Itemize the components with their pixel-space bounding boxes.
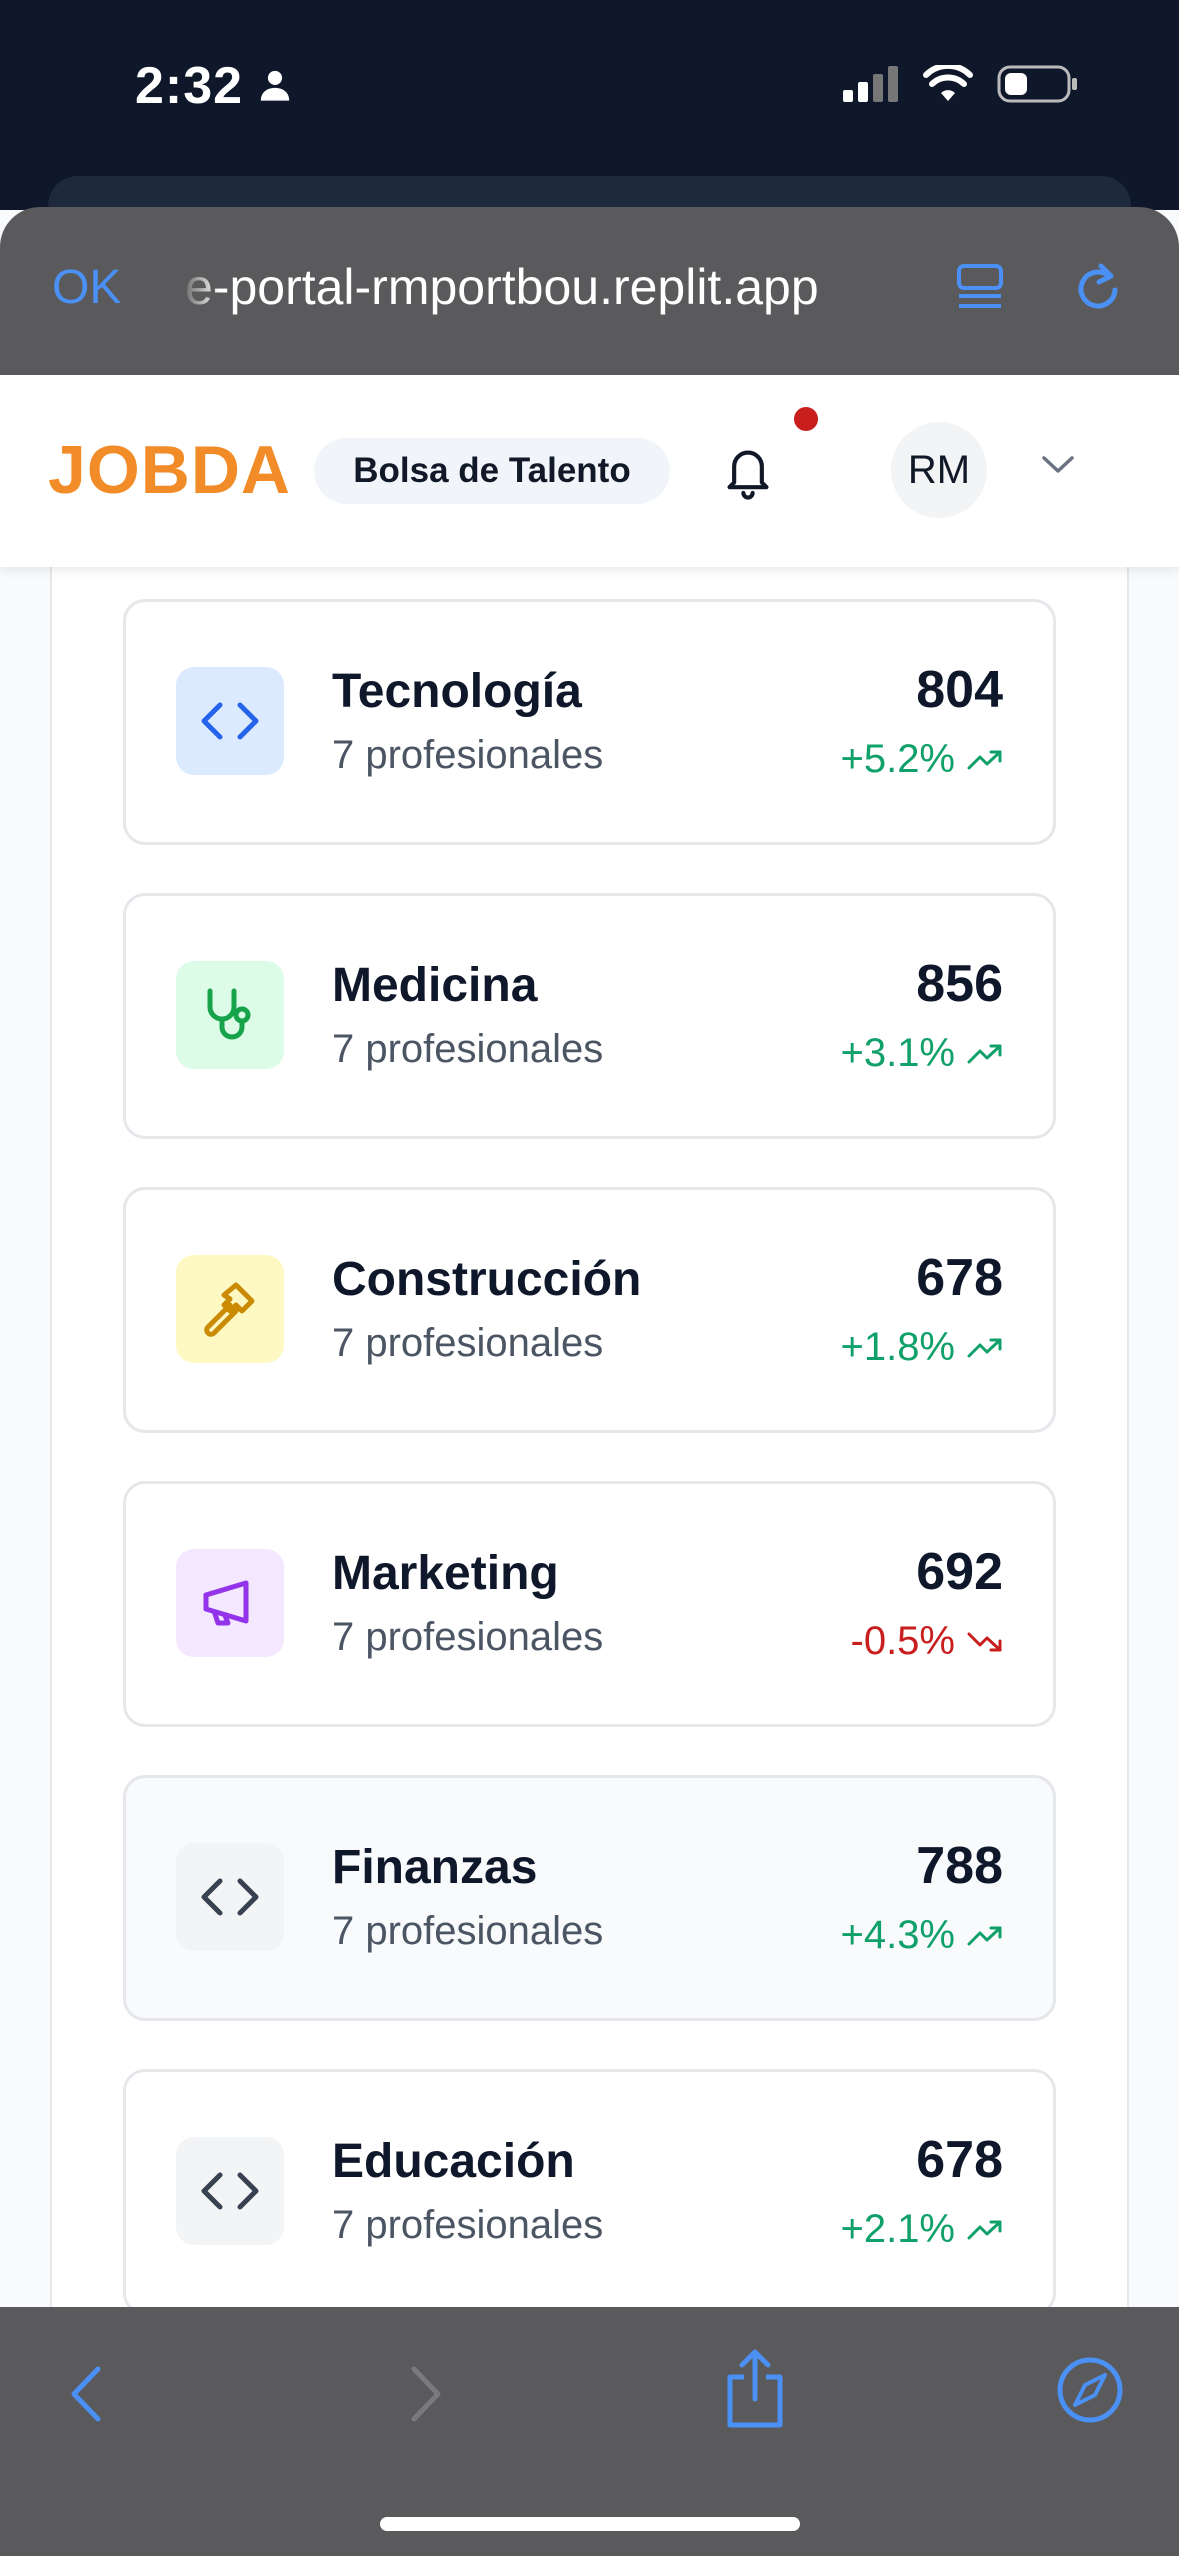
- delta-value: +3.1%: [840, 1031, 955, 1075]
- trending-up-icon: [967, 2207, 1003, 2252]
- category-card-finanzas[interactable]: Finanzas 7 profesionales 788 +4.3%: [123, 1775, 1056, 2021]
- category-subtitle: 7 profesionales: [332, 1027, 604, 1071]
- stethoscope-icon: [176, 961, 284, 1069]
- url-field[interactable]: e-portal-rmportbou.replit.app: [185, 258, 819, 316]
- category-name: Educación: [332, 2135, 575, 2188]
- notification-dot: [794, 407, 818, 431]
- forward-icon[interactable]: [404, 2359, 448, 2434]
- reload-icon[interactable]: [1073, 260, 1125, 321]
- trending-down-icon: [967, 1619, 1003, 1664]
- back-icon[interactable]: [64, 2359, 108, 2434]
- category-count: 856: [916, 955, 1003, 1013]
- code-icon: [176, 2137, 284, 2245]
- trending-up-icon: [967, 1325, 1003, 1370]
- logo[interactable]: JOBDA: [48, 431, 291, 509]
- section-pill[interactable]: Bolsa de Talento: [314, 438, 670, 504]
- category-card-tecnologia[interactable]: Tecnología 7 profesionales 804 +5.2%: [123, 599, 1056, 845]
- category-name: Tecnología: [332, 665, 582, 718]
- category-name: Finanzas: [332, 1841, 538, 1894]
- home-indicator: [380, 2517, 800, 2531]
- code-icon: [176, 667, 284, 775]
- delta-value: +1.8%: [840, 1325, 955, 1369]
- trending-up-icon: [967, 737, 1003, 782]
- code-icon: [176, 1843, 284, 1951]
- wifi-icon: [923, 62, 973, 108]
- category-name: Construcción: [332, 1253, 642, 1306]
- category-delta: +3.1%: [840, 1031, 1003, 1076]
- reader-icon[interactable]: [955, 262, 1005, 317]
- category-count: 788: [916, 1837, 1003, 1895]
- category-count: 678: [916, 1249, 1003, 1307]
- done-button[interactable]: OK: [52, 260, 121, 315]
- category-subtitle: 7 profesionales: [332, 1321, 604, 1365]
- delta-value: -0.5%: [850, 1619, 956, 1663]
- trending-up-icon: [967, 1913, 1003, 1958]
- hammer-icon: [176, 1255, 284, 1363]
- category-delta: +5.2%: [840, 737, 1003, 782]
- url-fade: [180, 240, 220, 340]
- category-name: Marketing: [332, 1547, 559, 1600]
- category-subtitle: 7 profesionales: [332, 2203, 604, 2247]
- megaphone-icon: [176, 1549, 284, 1657]
- status-indicators: [843, 62, 1079, 109]
- browser-toolbar: [0, 2307, 1179, 2556]
- signal-icon: [843, 66, 899, 107]
- category-card-construccion[interactable]: Construcción 7 profesionales 678 +1.8%: [123, 1187, 1056, 1433]
- app-header: JOBDA Bolsa de Talento RM: [0, 375, 1179, 567]
- category-card-educacion[interactable]: Educación 7 profesionales 678 +2.1%: [123, 2069, 1056, 2315]
- category-card-medicina[interactable]: Medicina 7 profesionales 856 +3.1%: [123, 893, 1056, 1139]
- delta-value: +2.1%: [840, 2207, 955, 2251]
- share-icon[interactable]: [722, 2347, 788, 2436]
- category-delta: +1.8%: [840, 1325, 1003, 1370]
- category-delta: +4.3%: [840, 1913, 1003, 1958]
- delta-value: +4.3%: [840, 1913, 955, 1957]
- category-subtitle: 7 profesionales: [332, 1615, 604, 1659]
- category-delta: +2.1%: [840, 2207, 1003, 2252]
- category-count: 692: [916, 1543, 1003, 1601]
- status-time: 2:32: [135, 57, 244, 115]
- trending-up-icon: [967, 1031, 1003, 1076]
- category-count: 678: [916, 2131, 1003, 2189]
- category-subtitle: 7 profesionales: [332, 1909, 604, 1953]
- category-subtitle: 7 profesionales: [332, 733, 604, 777]
- avatar[interactable]: RM: [891, 422, 987, 518]
- category-count: 804: [916, 661, 1003, 719]
- bell-icon[interactable]: [720, 441, 776, 506]
- category-name: Medicina: [332, 959, 538, 1012]
- category-card-marketing[interactable]: Marketing 7 profesionales 692 -0.5%: [123, 1481, 1056, 1727]
- category-delta: -0.5%: [851, 1619, 1004, 1664]
- person-icon: [258, 68, 292, 107]
- battery-icon: [997, 64, 1079, 109]
- compass-icon[interactable]: [1055, 2355, 1125, 2430]
- delta-value: +5.2%: [840, 737, 955, 781]
- chevron-down-icon[interactable]: [1040, 453, 1076, 482]
